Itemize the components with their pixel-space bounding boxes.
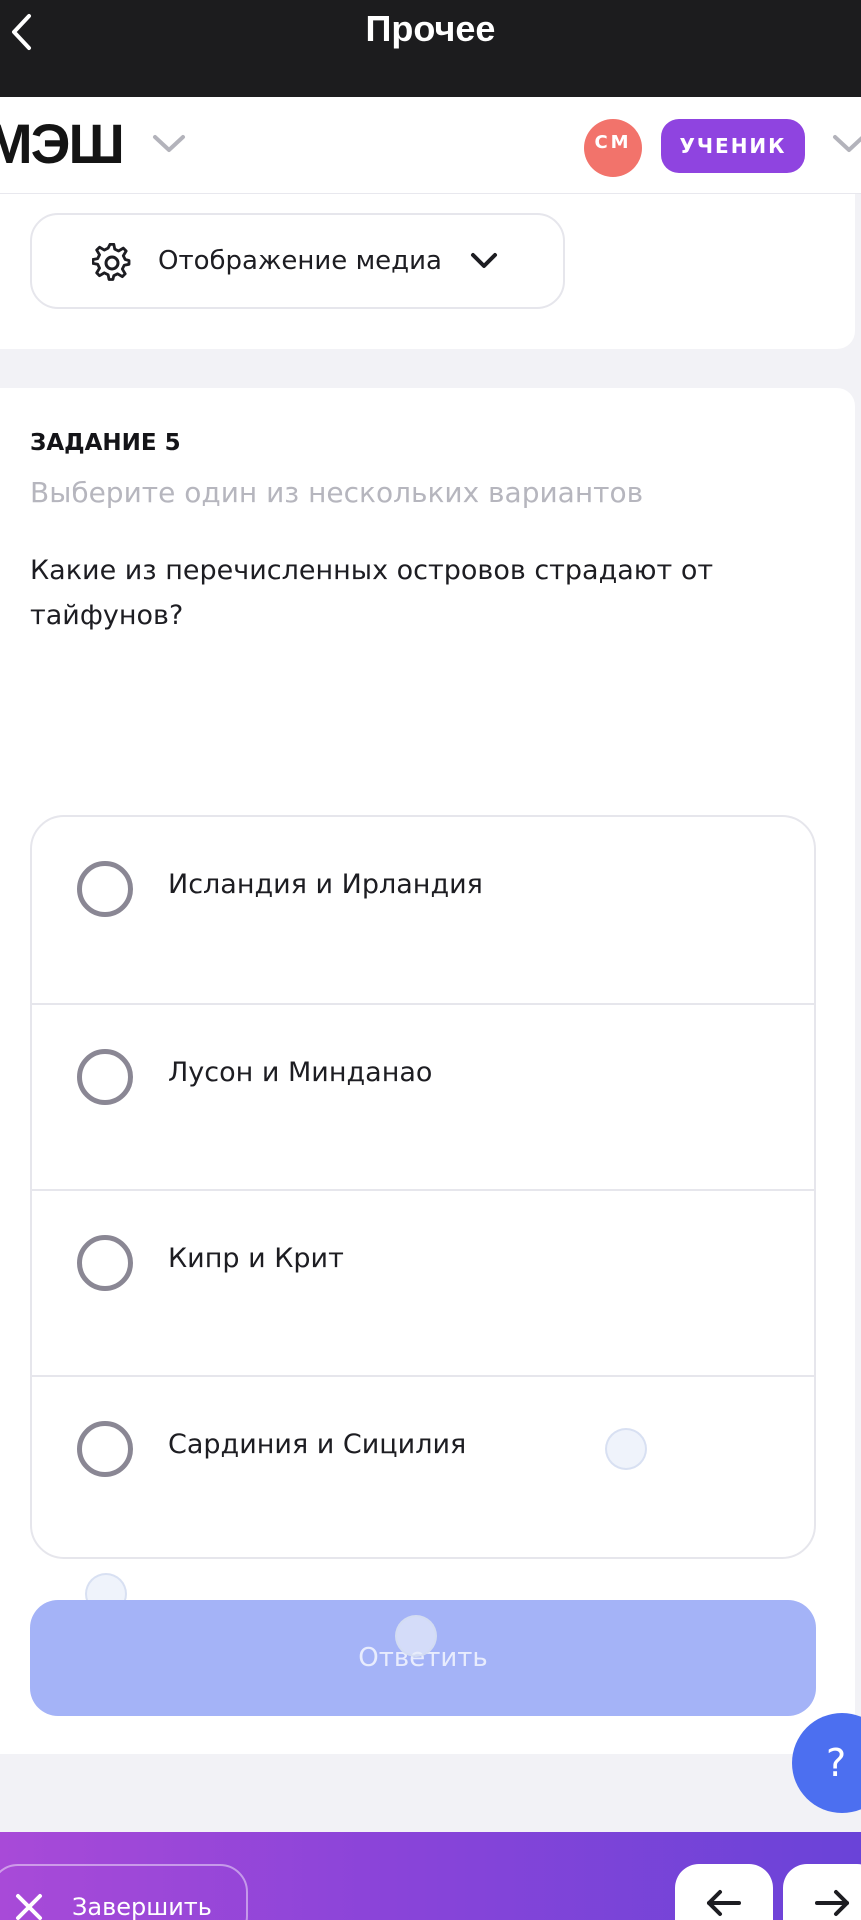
- media-display-label: Отображение медиа: [158, 246, 442, 276]
- answer-option[interactable]: Сардиния и Сицилия: [32, 1375, 814, 1557]
- task-card: ЗАДАНИЕ 5 Выберите один из нескольких ва…: [0, 388, 855, 1754]
- radio-button[interactable]: [77, 861, 133, 917]
- answer-button[interactable]: Ответить: [30, 1600, 816, 1716]
- radio-button[interactable]: [77, 1049, 133, 1105]
- next-task-button[interactable]: [783, 1864, 861, 1920]
- chevron-down-icon[interactable]: [152, 133, 186, 155]
- touch-indicator: [395, 1615, 437, 1657]
- option-label: Кипр и Крит: [168, 1243, 344, 1274]
- arrow-right-icon: [815, 1890, 849, 1916]
- task-hint: Выберите один из нескольких вариантов: [30, 476, 644, 509]
- arrow-left-icon: [707, 1890, 741, 1916]
- radio-button[interactable]: [77, 1421, 133, 1477]
- role-badge[interactable]: УЧЕНИК: [661, 119, 805, 173]
- radio-button[interactable]: [77, 1235, 133, 1291]
- app-header: МЭШ СМ УЧЕНИК: [0, 97, 861, 194]
- gear-icon: [92, 243, 131, 281]
- app-logo[interactable]: МЭШ: [0, 111, 125, 176]
- answer-option[interactable]: Кипр и Крит: [32, 1189, 814, 1375]
- task-question: Какие из перечисленных островов страдают…: [30, 555, 714, 631]
- touch-indicator: [605, 1428, 647, 1470]
- chevron-down-icon: [471, 253, 497, 268]
- help-icon: ?: [826, 1741, 847, 1785]
- finish-button[interactable]: Завершить: [0, 1864, 248, 1920]
- answer-option[interactable]: Исландия и Ирландия: [32, 817, 814, 1003]
- close-icon: [16, 1894, 42, 1920]
- option-label: Сардиния и Сицилия: [168, 1429, 467, 1460]
- media-settings-card: Отображение медиа: [0, 194, 855, 349]
- avatar[interactable]: СМ: [584, 119, 642, 177]
- top-navigation-bar: Прочее: [0, 0, 861, 97]
- chevron-down-icon[interactable]: [832, 133, 861, 155]
- page-title: Прочее: [365, 8, 496, 49]
- bottom-action-bar: Завершить: [0, 1832, 861, 1920]
- previous-task-button[interactable]: [675, 1864, 773, 1920]
- media-display-dropdown[interactable]: Отображение медиа: [30, 213, 565, 309]
- task-number: ЗАДАНИЕ 5: [30, 430, 181, 456]
- answer-options: Исландия и Ирландия Лусон и Минданао Кип…: [30, 815, 816, 1559]
- answer-option[interactable]: Лусон и Минданао: [32, 1003, 814, 1189]
- finish-button-label: Завершить: [72, 1893, 212, 1920]
- option-label: Лусон и Минданао: [168, 1057, 433, 1088]
- option-label: Исландия и Ирландия: [168, 869, 483, 900]
